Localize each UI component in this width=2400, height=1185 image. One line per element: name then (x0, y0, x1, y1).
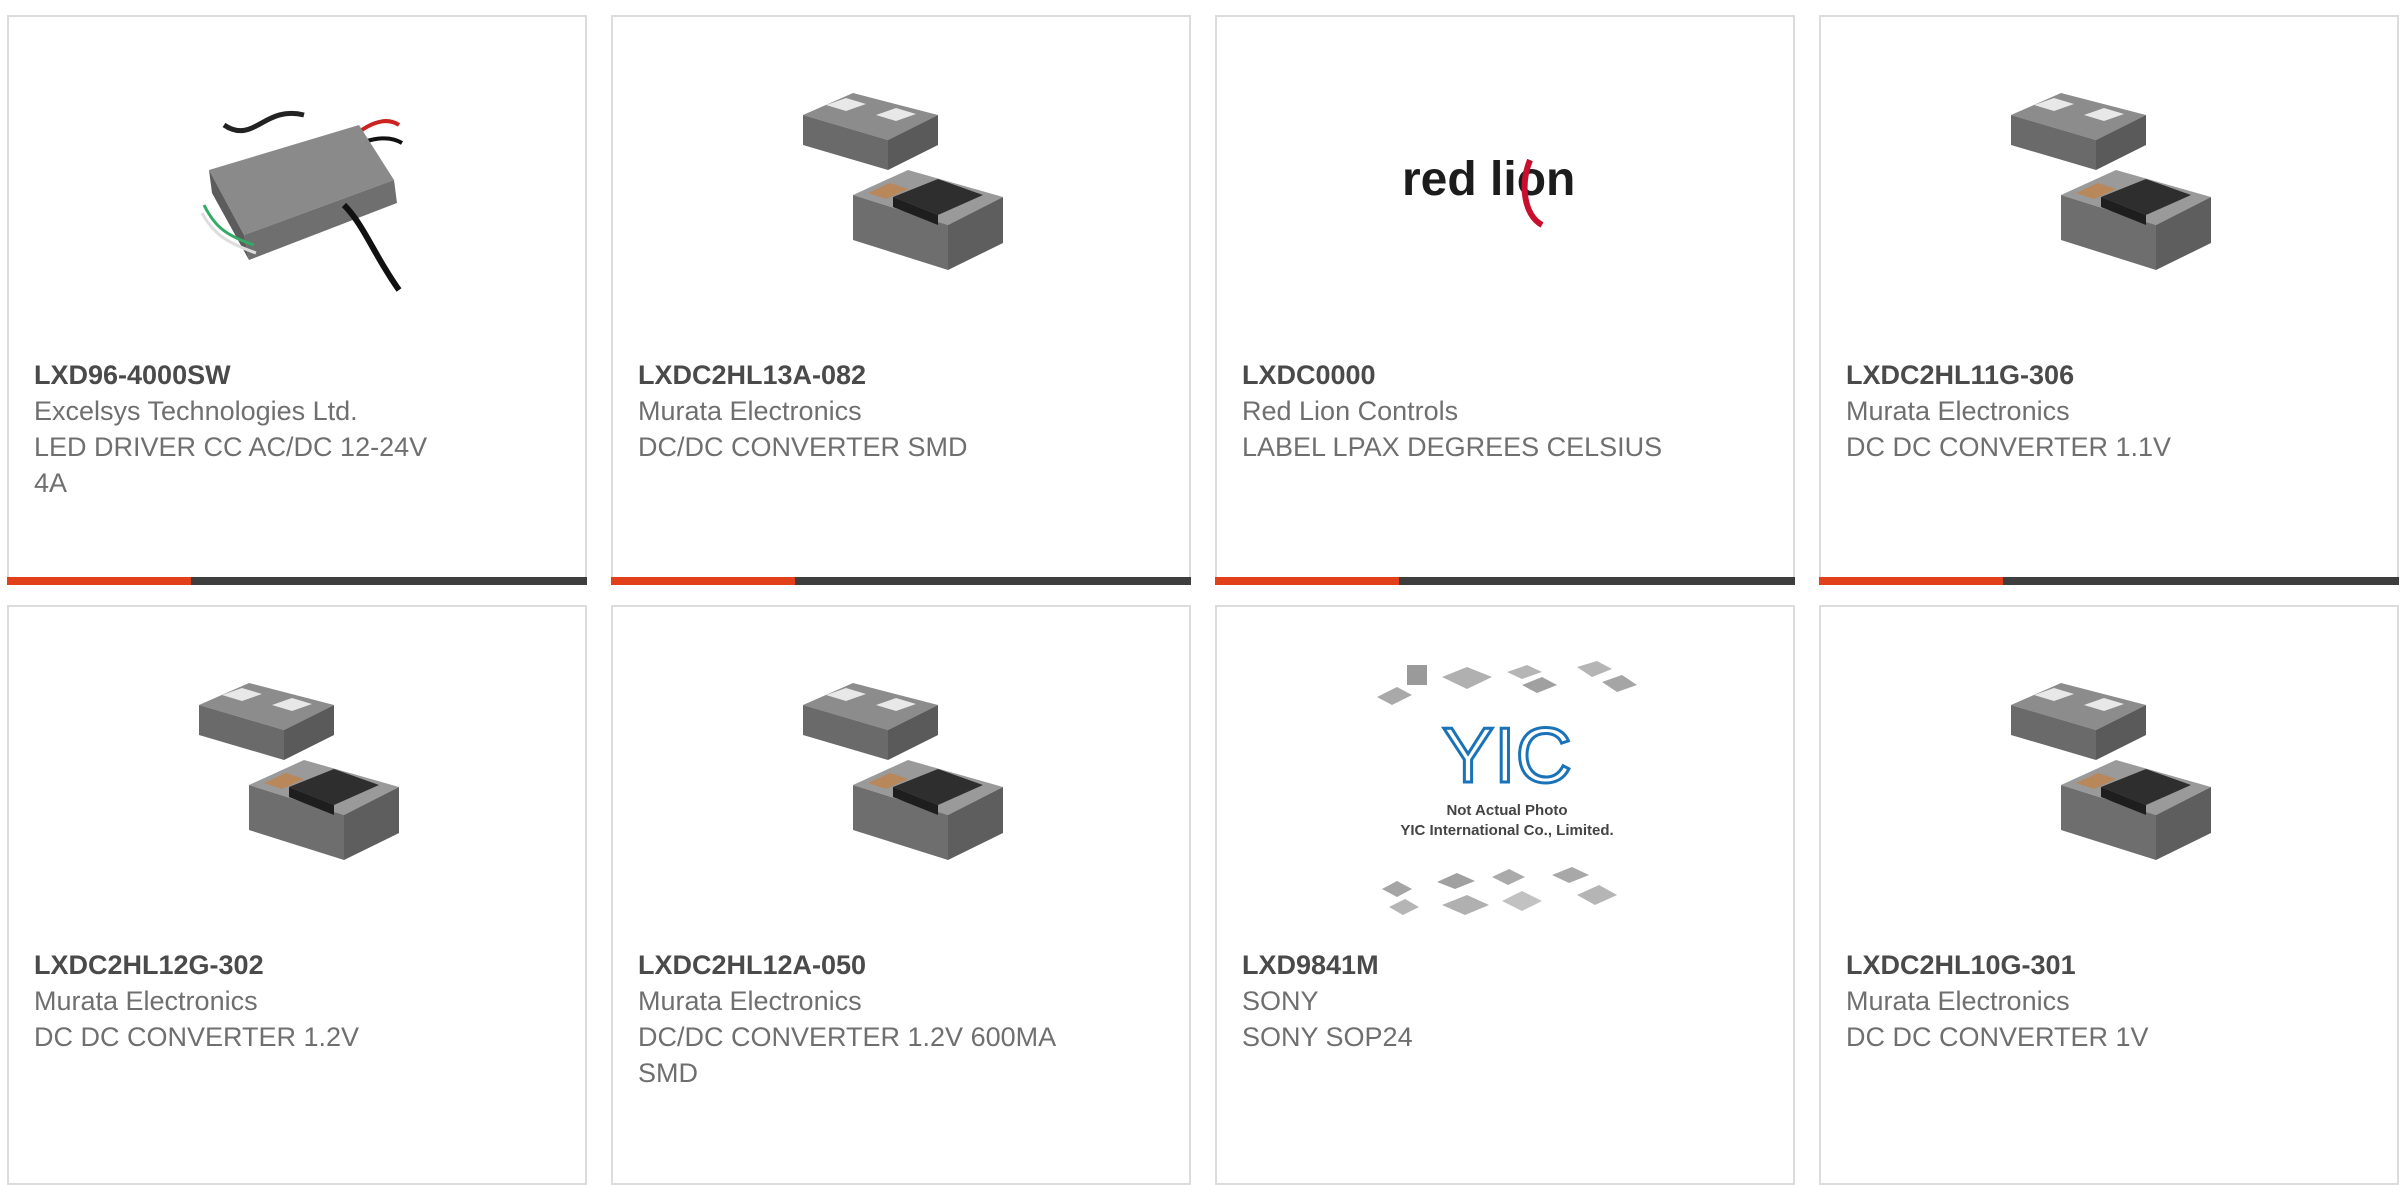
product-grid: LXD96-4000SW Excelsys Technologies Ltd. … (0, 0, 2400, 1185)
product-card[interactable]: LXD96-4000SW Excelsys Technologies Ltd. … (7, 15, 587, 585)
product-description: DC DC CONVERTER 1.2V (34, 1022, 360, 1052)
svg-text:YIC: YIC (1442, 711, 1572, 799)
product-card[interactable]: LXDC2HL12G-302 Murata Electronics DC DC … (7, 605, 587, 1185)
manufacturer-name: Murata Electronics (1846, 986, 2070, 1016)
card-accent-bar (7, 577, 587, 585)
smd-module-image[interactable] (798, 85, 1008, 295)
product-description: LED DRIVER CC AC/DC 12-24V 4A (34, 432, 428, 498)
manufacturer-name: SONY (1242, 986, 1319, 1016)
manufacturer-name: Murata Electronics (1846, 396, 2070, 426)
led-driver-image[interactable] (194, 85, 404, 295)
part-number[interactable]: LXD9841M (1242, 947, 1773, 983)
manufacturer-name: Excelsys Technologies Ltd. (34, 396, 358, 426)
smd-module-image[interactable] (798, 675, 1008, 885)
product-card[interactable]: LXDC2HL11G-306 Murata Electronics DC DC … (1819, 15, 2399, 585)
product-card[interactable]: YIC Not Actual Photo YIC International C… (1215, 605, 1795, 1185)
product-card[interactable]: LXDC2HL10G-301 Murata Electronics DC DC … (1819, 605, 2399, 1185)
part-number[interactable]: LXDC2HL11G-306 (1846, 357, 2377, 393)
smd-module-image[interactable] (2006, 85, 2216, 295)
card-accent-bar (611, 577, 1191, 585)
red-lion-logo[interactable]: red lion (1402, 85, 1612, 295)
part-number[interactable]: LXD96-4000SW (34, 357, 565, 393)
product-description: DC DC CONVERTER 1.1V (1846, 432, 2172, 462)
card-accent-bar (1215, 577, 1795, 585)
product-description: LABEL LPAX DEGREES CELSIUS (1242, 432, 1663, 462)
svg-text:red lion: red lion (1402, 153, 1575, 206)
svg-text:Not Actual Photo: Not Actual Photo (1446, 802, 1567, 819)
manufacturer-name: Murata Electronics (638, 396, 862, 426)
manufacturer-name: Murata Electronics (34, 986, 258, 1016)
svg-text:YIC International Co., Limited: YIC International Co., Limited. (1400, 822, 1613, 839)
manufacturer-name: Red Lion Controls (1242, 396, 1459, 426)
product-description: SONY SOP24 (1242, 1022, 1413, 1052)
yic-placeholder-image[interactable]: YIC Not Actual Photo YIC International C… (1367, 657, 1647, 927)
product-card[interactable]: LXDC2HL13A-082 Murata Electronics DC/DC … (611, 15, 1191, 585)
product-card[interactable]: LXDC2HL12A-050 Murata Electronics DC/DC … (611, 605, 1191, 1185)
card-accent-bar (1819, 577, 2399, 585)
part-number[interactable]: LXDC2HL10G-301 (1846, 947, 2377, 983)
smd-module-image[interactable] (194, 675, 404, 885)
product-description: DC/DC CONVERTER 1.2V 600MA SMD (638, 1022, 1055, 1088)
product-card[interactable]: red lion LXDC0000 Red Lion Controls LABE… (1215, 15, 1795, 585)
part-number[interactable]: LXDC2HL12G-302 (34, 947, 565, 983)
part-number[interactable]: LXDC2HL13A-082 (638, 357, 1169, 393)
product-description: DC/DC CONVERTER SMD (638, 432, 968, 462)
smd-module-image[interactable] (2006, 675, 2216, 885)
product-description: DC DC CONVERTER 1V (1846, 1022, 2149, 1052)
manufacturer-name: Murata Electronics (638, 986, 862, 1016)
part-number[interactable]: LXDC2HL12A-050 (638, 947, 1169, 983)
part-number[interactable]: LXDC0000 (1242, 357, 1773, 393)
